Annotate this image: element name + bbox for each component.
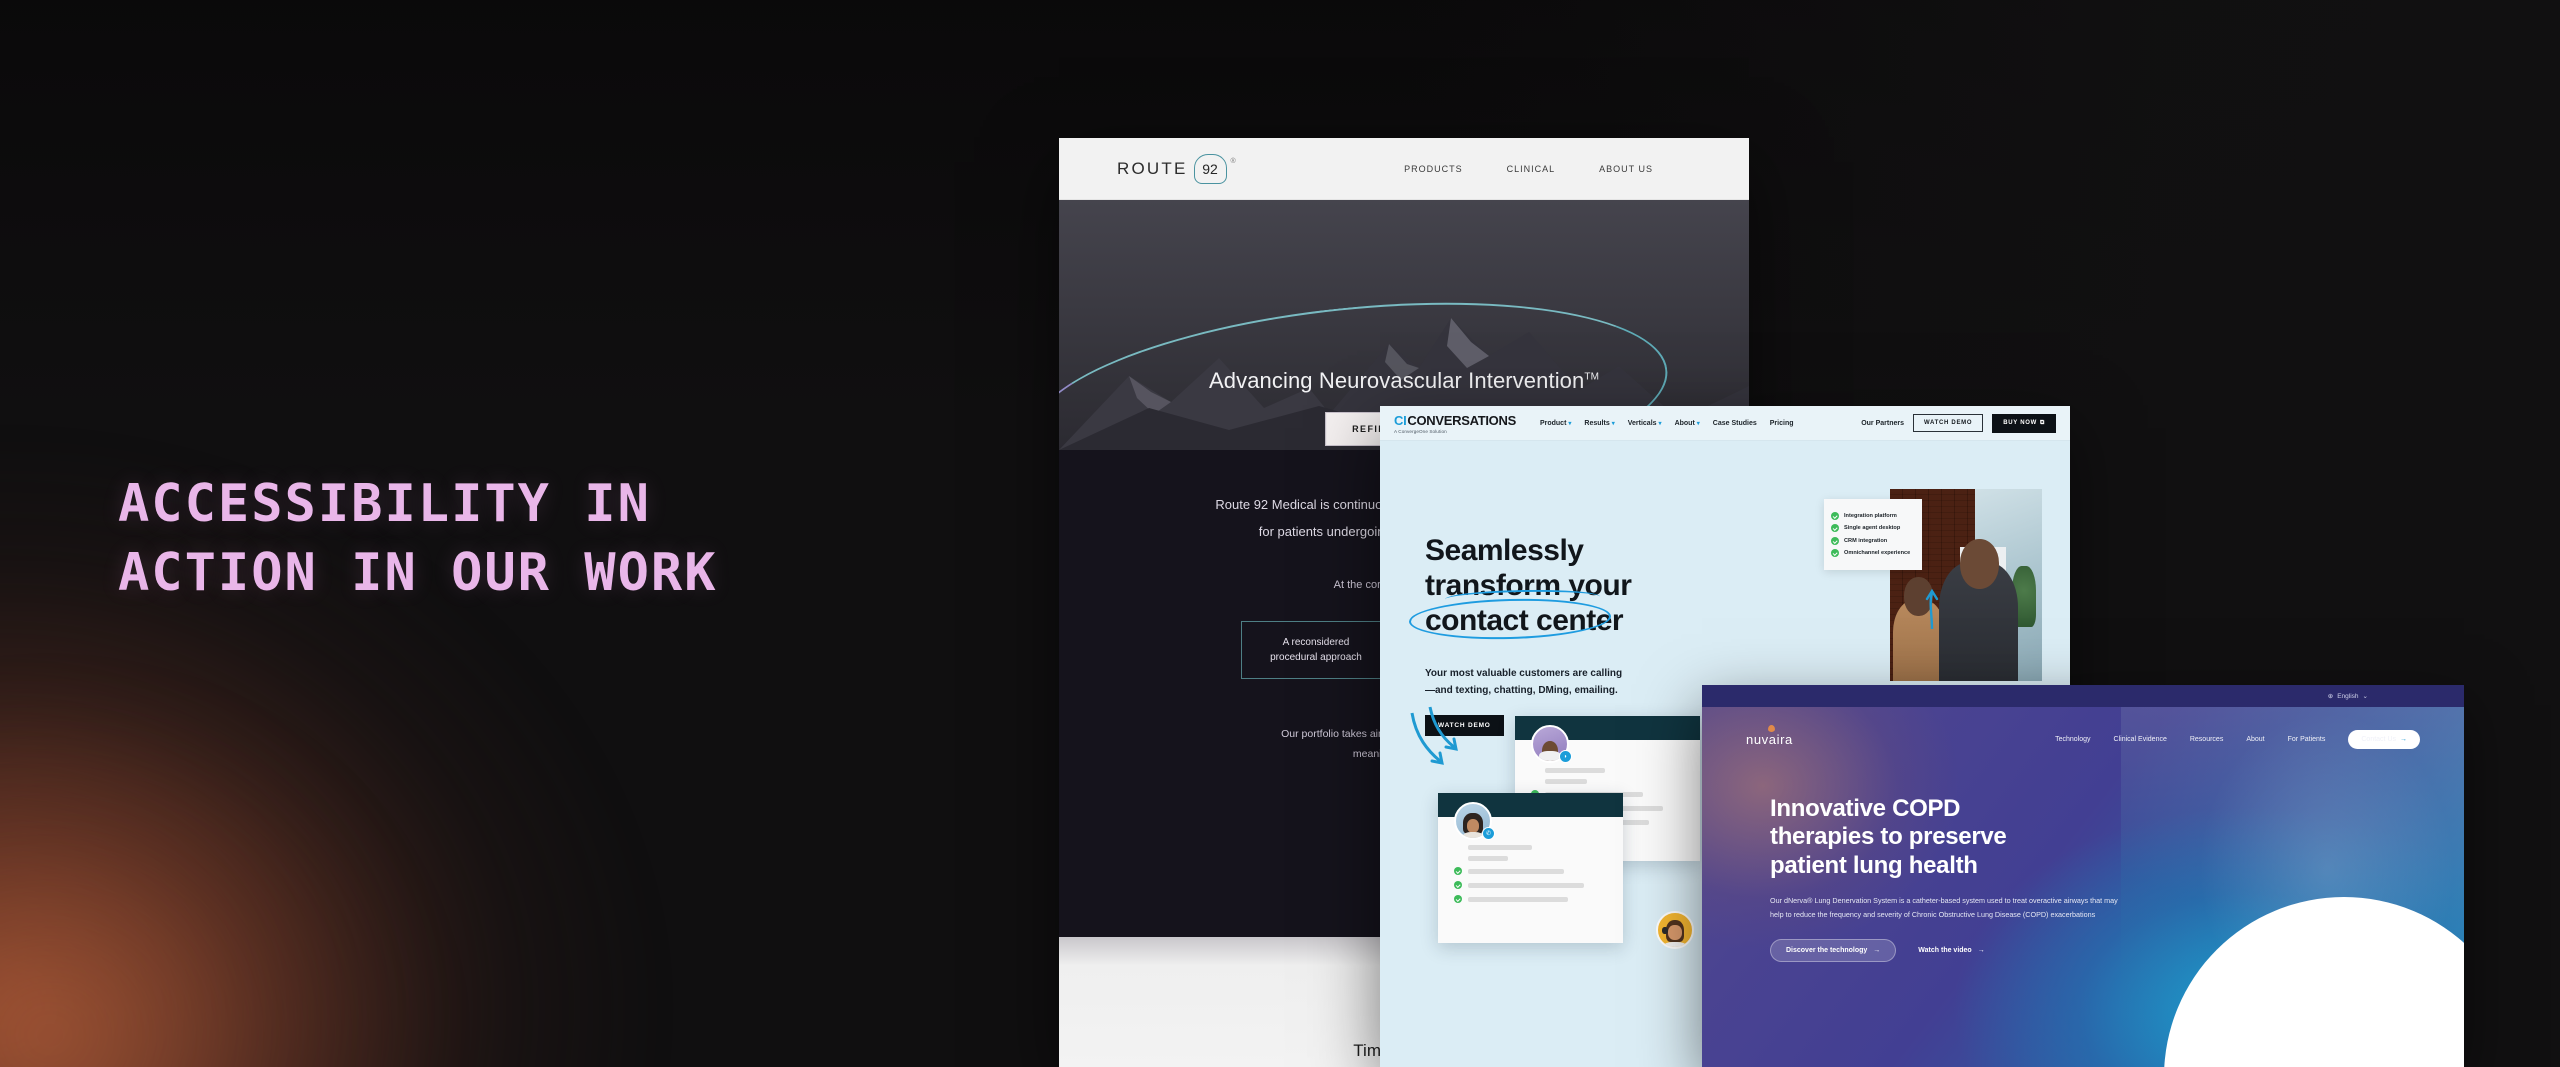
route92-logo-badge: 92: [1193, 153, 1227, 184]
ci-nav-our-partners[interactable]: Our Partners: [1861, 420, 1904, 427]
ci-nav-product[interactable]: Product ▾: [1540, 420, 1571, 427]
nuvaira-discover-technology-button[interactable]: Discover the technology →: [1770, 939, 1897, 963]
route92-nav-clinical[interactable]: CLINICAL: [1507, 164, 1556, 174]
ci-logo[interactable]: CI CONVERSATIONS A ConvergeOne Solution: [1394, 413, 1516, 434]
ci-logo-word: CONVERSATIONS: [1407, 412, 1516, 428]
route92-feature-button-approach[interactable]: A reconsidered procedural approach: [1241, 621, 1391, 680]
checklist-label: Omnichannel experience: [1844, 550, 1911, 556]
route92-hero-title: Advancing Neurovascular InterventionTM: [1059, 368, 1749, 394]
route92-hero-title-text: Advancing Neurovascular Intervention: [1208, 368, 1585, 393]
ci-nav-pricing[interactable]: Pricing: [1770, 420, 1794, 427]
chevron-down-icon: ⌄: [2362, 693, 2368, 700]
route92-logo-word: ROUTE: [1117, 158, 1188, 178]
route92-logo[interactable]: ROUTE 92 ®: [1117, 153, 1236, 184]
check-icon: [1454, 881, 1462, 889]
ci-logo-subtitle: A ConvergeOne Solution: [1394, 428, 1447, 434]
chat-card-row: [1454, 845, 1611, 850]
checklist-label: Single agent desktop: [1844, 525, 1901, 531]
chat-card-row: [1454, 881, 1611, 889]
chat-card-row: [1454, 895, 1611, 903]
ci-nav-verticals[interactable]: Verticals ▾: [1628, 420, 1662, 427]
nuvaira-nav-for-patients[interactable]: For Patients: [2288, 736, 2326, 743]
upward-arrow-icon: [1925, 589, 1939, 630]
checklist-item: CRM integration: [1831, 536, 1915, 545]
check-icon: [1831, 536, 1839, 545]
route92-navbar: ROUTE 92 ® PRODUCTS CLINICAL ABOUT US: [1059, 138, 1749, 200]
nuvaira-nav-about[interactable]: About: [2246, 736, 2264, 743]
ci-navbar: CI CONVERSATIONS A ConvergeOne Solution P…: [1380, 406, 2070, 441]
chat-card-row: [1454, 867, 1611, 875]
chat-bubble-icon: ◗: [1559, 750, 1572, 763]
arrow-right-icon: →: [1977, 947, 1985, 955]
nuvaira-hero-buttons: Discover the technology → Watch the video…: [1770, 939, 2190, 963]
ci-hero-line3-wrap: contact center: [1408, 588, 1624, 642]
ci-nav-links: Product ▾ Results ▾ Verticals ▾ About ▾ Case…: [1540, 420, 1794, 427]
route92-nav-about-us[interactable]: ABOUT US: [1599, 164, 1653, 174]
nuvaira-contact-us-button[interactable]: Contact Us →: [2348, 729, 2420, 749]
route92-nav-links: PRODUCTS CLINICAL ABOUT US: [1404, 164, 1653, 174]
chat-card-row: [1531, 768, 1688, 773]
nuvaira-logo[interactable]: nuvaira: [1746, 724, 1793, 747]
checklist-label: Integration platform: [1844, 512, 1897, 519]
ci-feature-checklist: Integration platform Single agent deskto…: [1824, 499, 1922, 570]
ci-nav-about[interactable]: About ▾: [1675, 420, 1700, 427]
nuvaira-hero-paragraph: Our dNerva® Lung Denervation System is a…: [1770, 895, 2118, 919]
ci-logo-mark: CI: [1394, 412, 1407, 428]
nuvaira-nav-technology[interactable]: Technology: [2055, 736, 2090, 743]
globe-icon: ⊕: [2327, 693, 2334, 700]
check-icon: [1454, 867, 1462, 875]
nuvaira-topbar: ⊕ English ⌄: [1702, 685, 2464, 707]
ci-logo-text: CI CONVERSATIONS: [1394, 413, 1516, 428]
route92-nav-products[interactable]: PRODUCTS: [1404, 164, 1463, 174]
check-icon: [1454, 895, 1462, 903]
route92-hero-trademark: TM: [1584, 371, 1599, 383]
warm-gradient-glow-secondary: [0, 540, 700, 1067]
photo-agent-man-head: [1959, 538, 2000, 589]
downward-arrows-icon: [1410, 706, 1458, 765]
checklist-item: Omnichannel experience: [1831, 549, 1915, 557]
nuvaira-navbar: nuvaira Technology Clinical Evidence Res…: [1702, 717, 2464, 761]
check-icon: [1831, 524, 1839, 532]
check-icon: [1831, 549, 1839, 557]
ci-nav-actions: Our Partners WATCH DEMO BUY NOW ⧉: [1861, 413, 2056, 433]
chevron-down-icon: ▾: [1696, 420, 1700, 427]
checklist-item: Single agent desktop: [1831, 524, 1915, 532]
ci-hero-subtext: Your most valuable customers are calling…: [1425, 668, 1623, 696]
nuvaira-nav-links: Technology Clinical Evidence Resources A…: [2055, 729, 2420, 749]
nuvaira-nav-resources[interactable]: Resources: [2190, 736, 2223, 743]
ci-hero-heading: Seamlessly transform your contact center: [1408, 533, 1715, 642]
nuvaira-language-selector[interactable]: English: [2337, 693, 2358, 700]
nuvaira-watch-video-button[interactable]: Watch the video →: [1918, 947, 1984, 954]
mockup-nuvaira: ⊕ English ⌄ nuvaira Technology Clinical …: [1702, 685, 2464, 1067]
chevron-down-icon: ▾: [1658, 420, 1662, 427]
nuvaira-hero-copy: Innovative COPD therapies to preserve pa…: [1770, 795, 2190, 963]
checklist-label: CRM integration: [1844, 537, 1888, 544]
ci-nav-results[interactable]: Results ▾: [1584, 420, 1614, 427]
route92-logo-trademark: ®: [1230, 157, 1236, 165]
nuvaira-hero-heading: Innovative COPD therapies to preserve pa…: [1770, 795, 2007, 879]
chat-card-bottom[interactable]: ✆: [1438, 793, 1623, 943]
chevron-down-icon: ▾: [1568, 420, 1572, 427]
checklist-item: Integration platform: [1831, 511, 1915, 520]
avatar-agent-smiling: [1656, 911, 1694, 949]
ci-watch-demo-button[interactable]: WATCH DEMO: [1913, 414, 1984, 432]
chat-card-row: [1454, 856, 1611, 861]
nuvaira-hero: nuvaira Technology Clinical Evidence Res…: [1702, 707, 2464, 1067]
external-link-icon: ⧉: [2040, 419, 2045, 426]
page-title: ACCESSIBILITY IN ACTION IN OUR WORK: [118, 474, 718, 603]
arrow-right-icon: →: [2400, 735, 2407, 743]
arrow-right-icon: →: [1873, 947, 1881, 955]
ci-nav-case-studies[interactable]: Case Studies: [1713, 420, 1757, 427]
chevron-down-icon: ▾: [1611, 420, 1615, 427]
nuvaira-nav-clinical-evidence[interactable]: Clinical Evidence: [2114, 736, 2167, 743]
phone-icon: ✆: [1482, 827, 1495, 840]
chat-card-row: [1531, 779, 1688, 784]
ci-hero-line1: Seamlessly: [1425, 534, 1584, 567]
ci-buy-now-button[interactable]: BUY NOW ⧉: [1992, 413, 2056, 433]
check-icon: [1831, 511, 1839, 520]
